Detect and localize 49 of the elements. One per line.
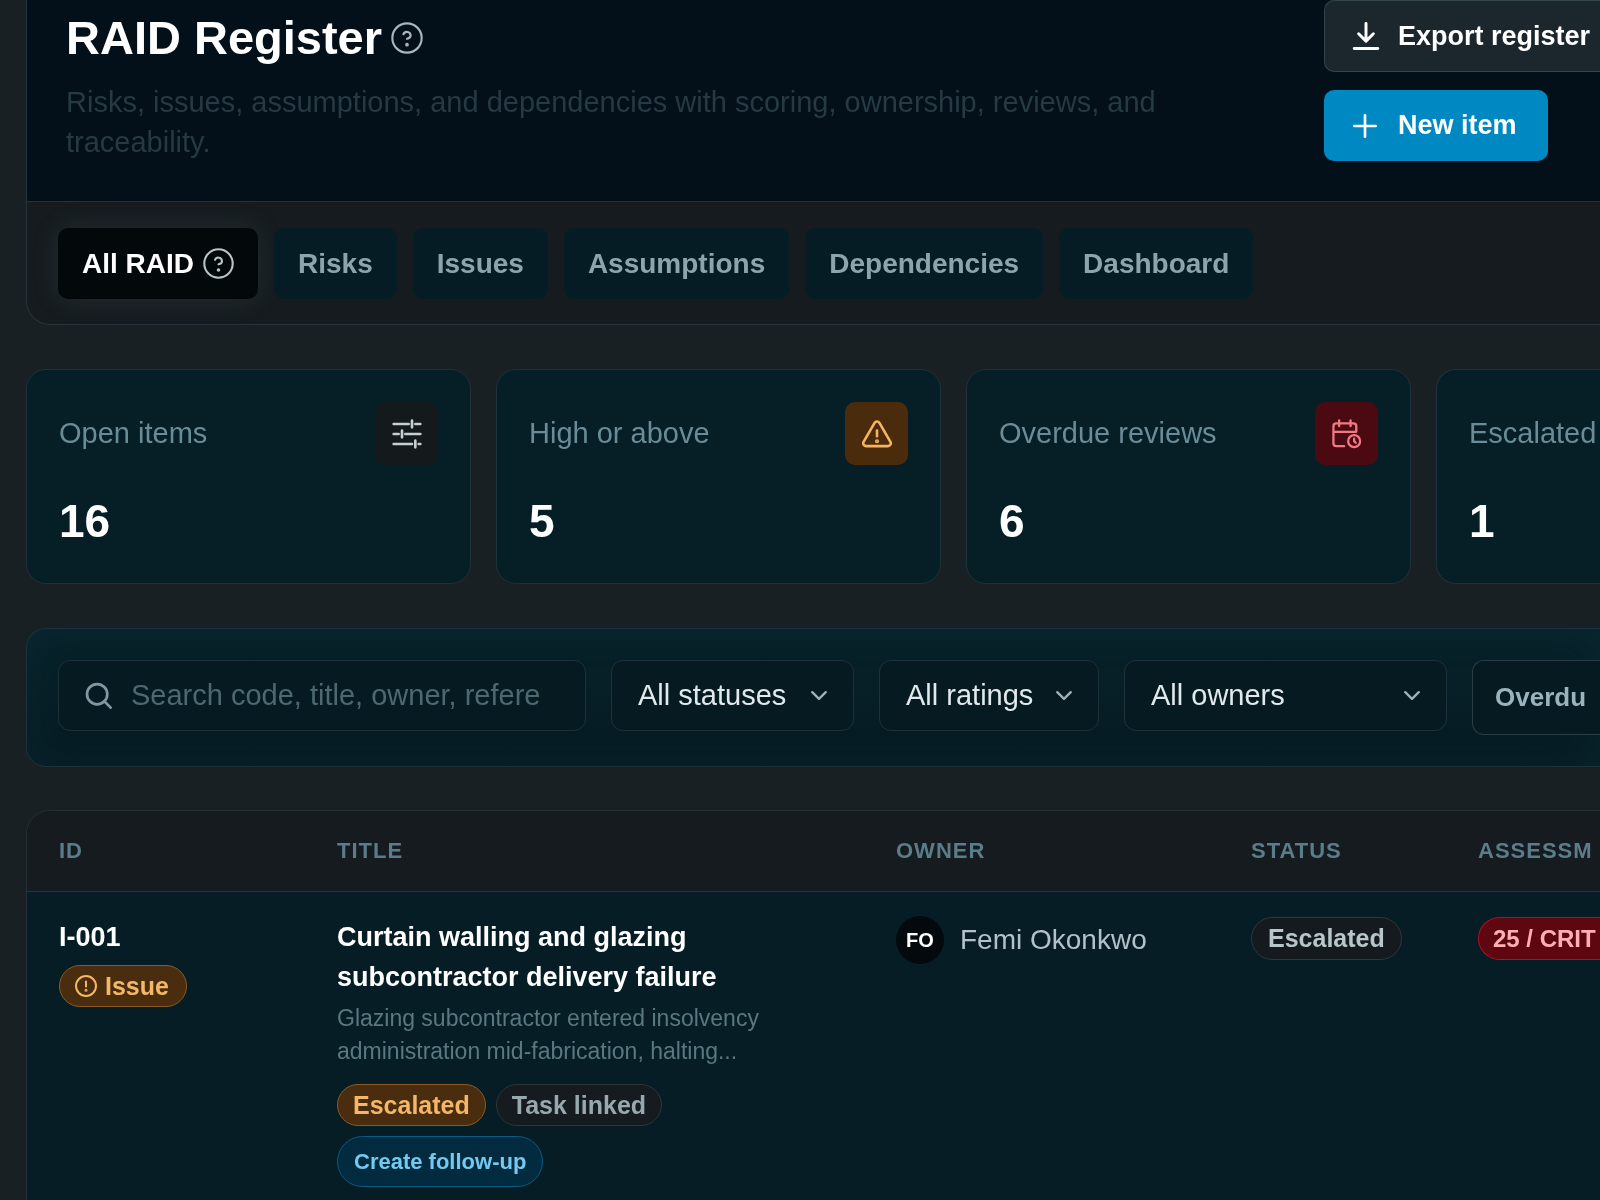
stat-value: 1: [1469, 498, 1495, 544]
filter-toggle[interactable]: Overdu: [1472, 660, 1600, 735]
export-button[interactable]: Export register: [1324, 0, 1600, 72]
chevron-down-icon: [1404, 691, 1420, 700]
warning-icon: [845, 402, 908, 465]
stat-label: Escalated: [1469, 417, 1597, 450]
type-label: Issue: [105, 971, 169, 1001]
stat-label: Overdue reviews: [999, 417, 1217, 450]
column-header: ASSESSM: [1478, 838, 1593, 863]
stat-value: 6: [999, 498, 1025, 544]
help-icon[interactable]: [391, 22, 423, 54]
score-badge: 25 / CRIT: [1478, 917, 1600, 960]
owner-avatar: FO: [896, 916, 944, 964]
stat-value: 16: [59, 498, 111, 544]
tab[interactable]: Assumptions: [563, 228, 790, 299]
calendar-clock-icon: [1315, 402, 1378, 465]
column-header: TITLE: [337, 838, 404, 863]
chevron-down-icon: [1056, 691, 1072, 700]
follow-up-button[interactable]: Create follow-up: [337, 1136, 544, 1187]
owner-name: Femi Okonkwo: [960, 924, 1147, 956]
download-icon: [1352, 22, 1380, 50]
stat-value: 5: [529, 498, 555, 544]
tab[interactable]: Issues: [412, 228, 548, 299]
filter-dropdown[interactable]: All owners: [1124, 660, 1447, 731]
page-title: RAID Register: [66, 10, 382, 66]
filter-dropdown[interactable]: All ratings: [879, 660, 1099, 731]
stat-label: High or above: [529, 417, 710, 450]
tab[interactable]: Dashboard: [1059, 228, 1254, 299]
tag: Task linked: [495, 1084, 663, 1126]
column-header: STATUS: [1251, 838, 1342, 863]
tab[interactable]: All RAID: [58, 228, 258, 299]
column-header: ID: [59, 838, 83, 863]
tab[interactable]: Dependencies: [805, 228, 1044, 299]
tab[interactable]: Risks: [274, 228, 397, 299]
stat-label: Open items: [59, 417, 208, 450]
column-header: OWNER: [896, 838, 986, 863]
status-badge: Escalated: [1251, 917, 1402, 960]
item-id: I-001: [59, 921, 122, 954]
filter-dropdown[interactable]: All statuses: [611, 660, 854, 731]
search-icon: [85, 682, 112, 709]
new-item-button[interactable]: New item: [1324, 90, 1548, 161]
tag: Escalated: [337, 1084, 486, 1126]
search-field[interactable]: Search code, title, owner, refere: [58, 660, 586, 731]
sliders-icon: [375, 402, 438, 465]
plus-icon: [1353, 113, 1377, 138]
chevron-down-icon: [811, 691, 827, 700]
item-description: Glazing subcontractor entered insolvency administration mid-fabrication, halting...: [337, 1004, 760, 1066]
alert-circle-icon: [75, 975, 97, 997]
item-title: Curtain walling and glazing subcontractor delivery failure: [337, 921, 718, 994]
